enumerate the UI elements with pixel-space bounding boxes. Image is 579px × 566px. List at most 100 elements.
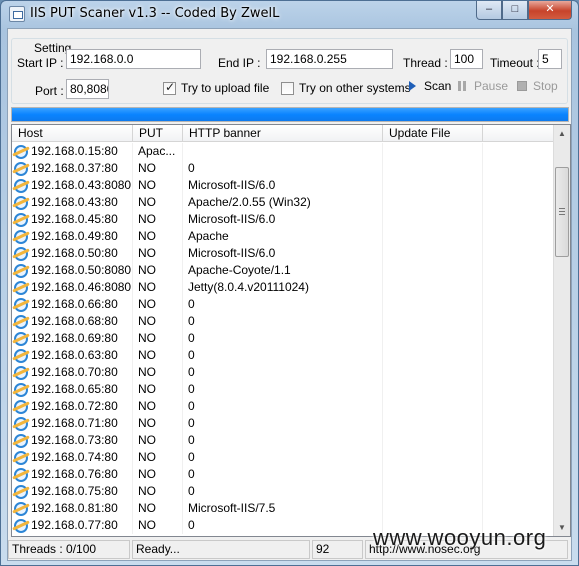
timeout-label: Timeout :: [490, 56, 540, 70]
upload-checkbox[interactable]: [163, 80, 176, 95]
table-row[interactable]: 192.168.0.68:80 NO 0: [12, 313, 554, 330]
scroll-up-arrow[interactable]: ▲: [554, 125, 570, 142]
put-cell: NO: [133, 500, 183, 517]
host-cell: 192.168.0.75:80: [12, 483, 133, 500]
host-cell: 192.168.0.81:80: [12, 500, 133, 517]
end-ip-input[interactable]: 192.168.0.255: [266, 49, 393, 69]
progress-bar: [11, 107, 569, 122]
column-header-host[interactable]: Host: [12, 125, 133, 142]
put-cell: NO: [133, 228, 183, 245]
ie-icon: [14, 348, 28, 363]
scan-button[interactable]: Scan: [408, 79, 456, 95]
table-row[interactable]: 192.168.0.43:8080 NO Microsoft-IIS/6.0: [12, 177, 554, 194]
port-input[interactable]: 80,8080: [66, 79, 109, 99]
timeout-input[interactable]: 5: [538, 49, 562, 69]
thread-input[interactable]: 100: [450, 49, 483, 69]
table-row[interactable]: 192.168.0.75:80 NO 0: [12, 483, 554, 500]
banner-cell: 0: [183, 517, 383, 534]
ie-icon: [14, 433, 28, 448]
column-header-update[interactable]: Update File: [383, 125, 483, 142]
pause-button[interactable]: Pause: [457, 79, 512, 95]
table-row[interactable]: 192.168.0.46:8080 NO Jetty(8.0.4.v20111024…: [12, 279, 554, 296]
host-text: 192.168.0.43:8080: [31, 178, 132, 192]
scroll-thumb[interactable]: [555, 167, 569, 257]
watermark-text: www.wooyun.org: [373, 525, 547, 550]
table-row[interactable]: 192.168.0.50:80 NO Microsoft-IIS/6.0: [12, 245, 554, 262]
list-body: 192.168.0.15:80 Apac... 192.168.0.37:80 NO 0…: [12, 143, 554, 534]
host-text: 192.168.0.65:80: [31, 382, 118, 396]
table-row[interactable]: 192.168.0.69:80 NO 0: [12, 330, 554, 347]
vertical-scrollbar[interactable]: ▲ ▼: [553, 125, 570, 536]
banner-cell: 0: [183, 347, 383, 364]
update-cell: [383, 347, 483, 364]
table-row[interactable]: 192.168.0.45:80 NO Microsoft-IIS/6.0: [12, 211, 554, 228]
put-cell: NO: [133, 449, 183, 466]
caption-buttons: – □ ✕: [476, 1, 572, 21]
banner-cell: 0: [183, 330, 383, 347]
pause-label: Pause: [474, 79, 509, 93]
put-cell: NO: [133, 296, 183, 313]
update-cell: [383, 245, 483, 262]
other-systems-label[interactable]: Try on other systems: [299, 81, 411, 95]
put-cell: NO: [133, 177, 183, 194]
host-text: 192.168.0.76:80: [31, 467, 118, 481]
put-cell: NO: [133, 364, 183, 381]
results-list[interactable]: Host PUT HTTP banner Update File 192.168…: [11, 124, 571, 537]
banner-cell: Apache/2.0.55 (Win32): [183, 194, 383, 211]
table-row[interactable]: 192.168.0.37:80 NO 0: [12, 160, 554, 177]
status-state: Ready...: [132, 540, 310, 559]
start-ip-input[interactable]: 192.168.0.0: [66, 49, 201, 69]
window-title: IIS PUT Scaner v1.3 -- Coded By ZwelL: [30, 6, 280, 21]
host-cell: 192.168.0.66:80: [12, 296, 133, 313]
pause-icon: [458, 81, 467, 91]
put-cell: NO: [133, 398, 183, 415]
table-row[interactable]: 192.168.0.50:8080 NO Apache-Coyote/1.1: [12, 262, 554, 279]
host-text: 192.168.0.73:80: [31, 433, 118, 447]
column-header-put[interactable]: PUT: [133, 125, 183, 142]
update-cell: [383, 211, 483, 228]
title-bar[interactable]: IIS PUT Scaner v1.3 -- Coded By ZwelL – …: [1, 1, 578, 27]
close-button[interactable]: ✕: [528, 1, 572, 20]
column-header-banner[interactable]: HTTP banner: [183, 125, 383, 142]
end-ip-label: End IP :: [218, 56, 261, 70]
host-text: 192.168.0.50:8080: [31, 263, 132, 277]
table-row[interactable]: 192.168.0.49:80 NO Apache: [12, 228, 554, 245]
list-header: Host PUT HTTP banner Update File: [12, 125, 554, 142]
host-text: 192.168.0.49:80: [31, 229, 118, 243]
table-row[interactable]: 192.168.0.66:80 NO 0: [12, 296, 554, 313]
table-row[interactable]: 192.168.0.65:80 NO 0: [12, 381, 554, 398]
update-cell: [383, 500, 483, 517]
ie-icon: [14, 263, 28, 278]
other-systems-checkbox[interactable]: [281, 82, 294, 95]
banner-cell: Microsoft-IIS/6.0: [183, 245, 383, 262]
table-row[interactable]: 192.168.0.43:80 NO Apache/2.0.55 (Win32): [12, 194, 554, 211]
table-row[interactable]: 192.168.0.74:80 NO 0: [12, 449, 554, 466]
upload-label[interactable]: Try to upload file: [181, 81, 269, 95]
table-row[interactable]: 192.168.0.73:80 NO 0: [12, 432, 554, 449]
update-cell: [383, 262, 483, 279]
table-row[interactable]: 192.168.0.76:80 NO 0: [12, 466, 554, 483]
update-cell: [383, 177, 483, 194]
host-text: 192.168.0.43:80: [31, 195, 118, 209]
minimize-button[interactable]: –: [476, 1, 502, 20]
stop-button[interactable]: Stop: [516, 79, 564, 95]
table-row[interactable]: 192.168.0.72:80 NO 0: [12, 398, 554, 415]
host-text: 192.168.0.45:80: [31, 212, 118, 226]
host-text: 192.168.0.15:80: [31, 144, 118, 158]
scroll-down-arrow[interactable]: ▼: [554, 519, 570, 536]
table-row[interactable]: 192.168.0.15:80 Apac...: [12, 143, 554, 160]
host-cell: 192.168.0.43:80: [12, 194, 133, 211]
host-text: 192.168.0.46:8080: [31, 280, 132, 294]
table-row[interactable]: 192.168.0.81:80 NO Microsoft-IIS/7.5: [12, 500, 554, 517]
maximize-button[interactable]: □: [502, 1, 528, 20]
ie-icon: [14, 484, 28, 499]
table-row[interactable]: 192.168.0.63:80 NO 0: [12, 347, 554, 364]
table-row[interactable]: 192.168.0.70:80 NO 0: [12, 364, 554, 381]
host-cell: 192.168.0.46:8080: [12, 279, 133, 296]
host-cell: 192.168.0.73:80: [12, 432, 133, 449]
host-cell: 192.168.0.65:80: [12, 381, 133, 398]
put-cell: NO: [133, 466, 183, 483]
host-cell: 192.168.0.45:80: [12, 211, 133, 228]
host-cell: 192.168.0.15:80: [12, 143, 133, 160]
table-row[interactable]: 192.168.0.71:80 NO 0: [12, 415, 554, 432]
